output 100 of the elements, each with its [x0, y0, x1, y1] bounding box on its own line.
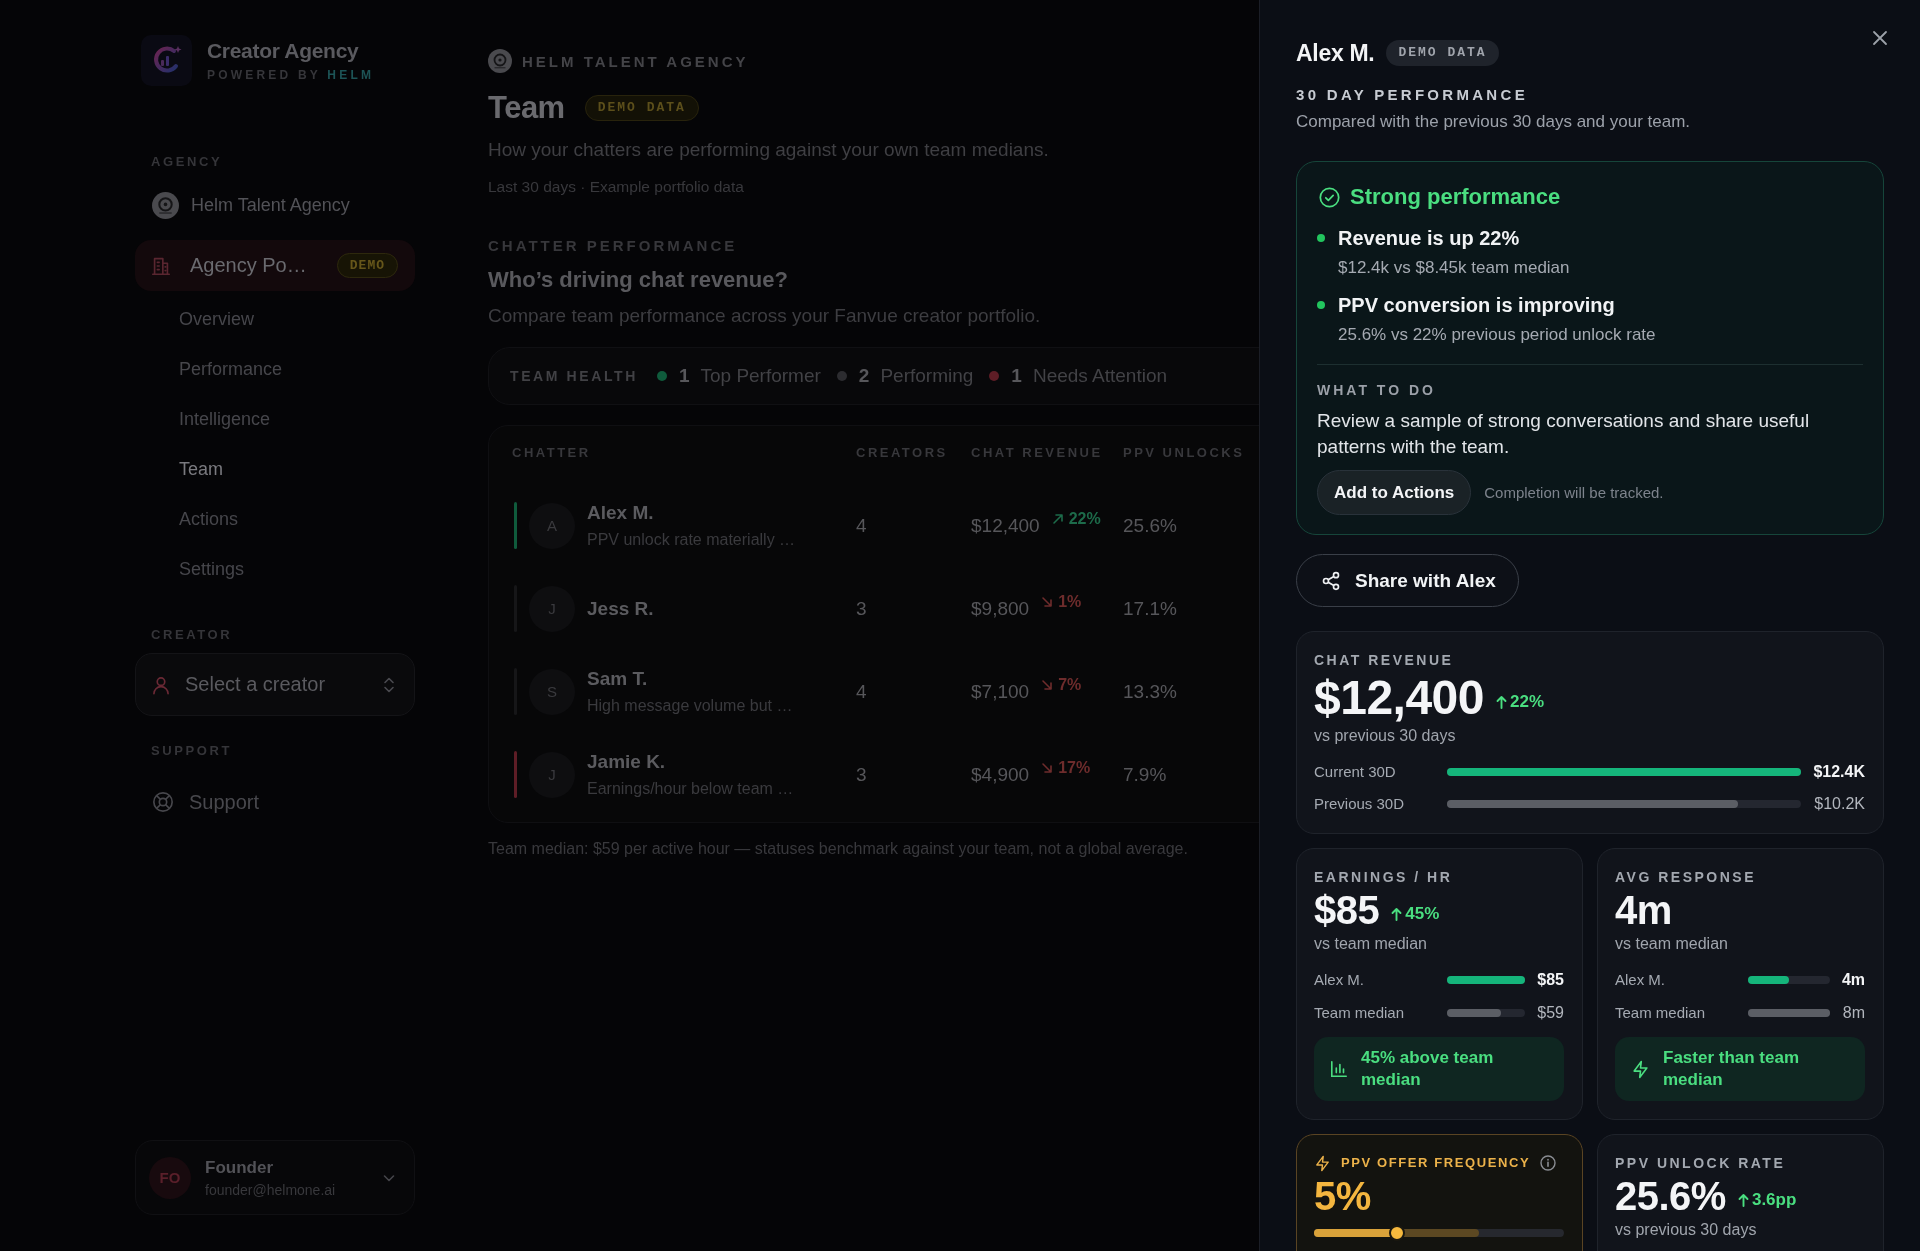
action-label: WHAT TO DO	[1317, 381, 1437, 399]
team-health-label: TEAM HEALTH	[510, 368, 638, 384]
page-title: Team	[488, 90, 565, 126]
bar-value: $59	[1537, 1003, 1564, 1023]
panel-eyebrow: 30 DAY PERFORMANCE	[1296, 86, 1529, 104]
arrow-down-right-icon	[1041, 761, 1054, 774]
bar-value: 4m	[1841, 970, 1865, 990]
table-cell: 17.1%	[1123, 597, 1177, 619]
status-label: Top Performer	[700, 365, 821, 387]
arrow-down-right-icon	[1041, 595, 1054, 608]
bullet-dot-icon	[1317, 234, 1325, 242]
bar-label: Previous 30D	[1314, 794, 1406, 814]
metric-value: $85	[1314, 888, 1380, 932]
bullet-dot-icon	[1317, 301, 1325, 309]
metric-label: PPV UNLOCK RATE	[1615, 1154, 1787, 1172]
chevron-up-down-icon	[382, 675, 396, 694]
bar-label: Alex M.	[1615, 970, 1666, 990]
bar-value: $10.2K	[1813, 794, 1865, 814]
bar-value: 8m	[1841, 1003, 1865, 1023]
metric-label: AVG RESPONSE	[1615, 868, 1757, 886]
insight-point-detail: 25.6% vs 22% previous period unlock rate	[1338, 324, 1656, 346]
creator-select[interactable]: Select a creator	[135, 653, 415, 716]
chatter-name[interactable]: Alex M.	[587, 501, 796, 525]
arrow-down-right-icon	[1041, 678, 1054, 691]
trend-value: 17%	[1058, 758, 1091, 777]
table-cell: $7,100	[971, 680, 1030, 703]
insight-title: Strong performance	[1350, 183, 1561, 211]
metric-value: $12,400	[1314, 672, 1484, 724]
table-cell: $4,900	[971, 763, 1030, 786]
panel-subtitle: Compared with the previous 30 days and your team.	[1296, 111, 1692, 133]
nav-item[interactable]: Settings	[135, 544, 415, 594]
trend-value: 22%	[1068, 509, 1101, 528]
agency-name: HELM TALENT AGENCY	[522, 52, 749, 70]
metric-label: CHAT REVENUE	[1314, 651, 1455, 669]
insight-point-title: PPV conversion is improving	[1338, 293, 1616, 317]
chatter-name[interactable]: Jess R.	[587, 596, 654, 621]
table-cell: 3	[856, 763, 867, 785]
close-button[interactable]	[1870, 28, 1890, 48]
status-count: 1	[678, 365, 690, 387]
table-cell: 13.3%	[1123, 680, 1177, 702]
table-cell: 25.6%	[1123, 514, 1177, 536]
workspace-item[interactable]: Agency Po… DEMO	[135, 240, 415, 291]
callout-text: Faster than team median	[1663, 1047, 1801, 1091]
chatter-name[interactable]: Jamie K.	[587, 750, 794, 774]
support-link[interactable]: Support	[135, 782, 415, 822]
check-circle-icon	[1319, 186, 1340, 208]
info-icon	[1540, 1155, 1557, 1171]
metric-label: EARNINGS / HR	[1314, 868, 1454, 886]
action-note: Completion will be tracked.	[1484, 484, 1664, 501]
status-count: 2	[858, 365, 870, 387]
metric-caption: vs previous 30 days	[1314, 726, 1457, 746]
demo-badge: DEMO	[336, 253, 398, 278]
share-button[interactable]: Share with Alex	[1296, 554, 1519, 607]
table-cell: $12,400	[971, 514, 1040, 537]
agency-logo-icon	[152, 192, 179, 219]
chatter-name[interactable]: Sam T.	[587, 667, 793, 691]
bar-label: Alex M.	[1314, 970, 1365, 990]
demo-badge: DEMO DATA	[1386, 40, 1499, 66]
nav-item[interactable]: Performance	[135, 344, 415, 394]
nav-item[interactable]: Intelligence	[135, 394, 415, 444]
metric-label: PPV OFFER FREQUENCY	[1341, 1154, 1531, 1172]
add-to-actions-button[interactable]: Add to Actions	[1317, 470, 1472, 515]
table-cell: $9,800	[971, 597, 1030, 620]
user-name: Founder	[205, 1156, 274, 1178]
action-text: Review a sample of strong conversations and share useful patterns with the team.	[1317, 409, 1811, 459]
status-label: Performing	[880, 365, 974, 387]
metric-value: 4m	[1615, 888, 1672, 932]
metric-caption: vs team median	[1314, 934, 1428, 954]
agency-logo-icon	[488, 49, 512, 73]
nav-item[interactable]: Actions	[135, 494, 415, 544]
bar-label: Team median	[1314, 1003, 1406, 1023]
callout-text: 45% above team median	[1361, 1047, 1495, 1091]
table-cell: 7.9%	[1123, 763, 1167, 785]
bar-label: Team median	[1615, 1003, 1707, 1023]
change-value: 3.6pp	[1751, 1190, 1797, 1210]
lifebuoy-icon	[152, 791, 174, 813]
table-cell: 3	[856, 597, 867, 619]
person-icon	[151, 674, 171, 695]
brand-title: Creator Agency	[207, 39, 360, 63]
bar-chart-icon	[1330, 1060, 1348, 1078]
table-cell: 4	[856, 514, 867, 536]
close-icon	[1872, 30, 1888, 46]
demo-badge: DEMO DATA	[584, 95, 699, 121]
page-subtitle: How your chatters are performing against your own team medians.	[488, 138, 1050, 162]
trend-value: 7%	[1058, 675, 1082, 694]
metric-caption: vs previous 30 days	[1615, 1220, 1758, 1240]
agency-name: Helm Talent Agency	[191, 195, 350, 216]
slider-thumb[interactable]	[1388, 1225, 1405, 1241]
change-value: 22%	[1510, 692, 1545, 712]
insight-point-detail: $12.4k vs $8.45k team median	[1338, 257, 1570, 279]
section-description: Compare team performance across your Fanvue creator portfolio.	[488, 304, 1042, 328]
bar-value: $12.4K	[1813, 762, 1865, 782]
nav-item[interactable]: Overview	[135, 294, 415, 344]
status-count: 1	[1011, 365, 1022, 387]
share-icon	[1321, 570, 1341, 591]
change-value: 45%	[1405, 904, 1440, 924]
nav-item[interactable]: Team	[135, 444, 415, 494]
bar-value: $85	[1537, 970, 1564, 990]
insight-point-title: Revenue is up 22%	[1338, 226, 1521, 250]
lightning-icon	[1631, 1059, 1650, 1079]
